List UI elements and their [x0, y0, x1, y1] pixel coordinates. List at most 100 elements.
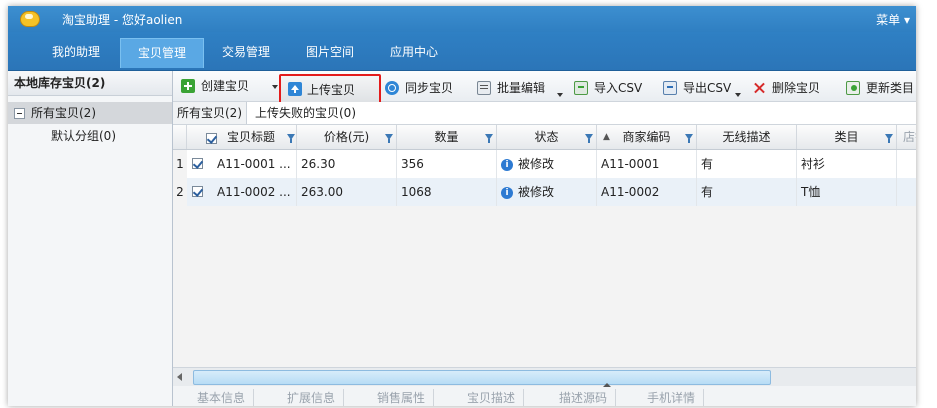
upload-item-label: 上传宝贝: [307, 83, 356, 97]
menu-button[interactable]: 菜单 ▾: [876, 11, 910, 28]
tab-mobile-details[interactable]: 手机详情: [647, 389, 705, 406]
cell-price[interactable]: 263.00: [297, 178, 397, 206]
export-csv-label: 导出CSV: [683, 81, 732, 95]
tree-item-label: 默认分组(0): [51, 129, 116, 143]
column-header-title[interactable]: 宝贝标题: [187, 125, 297, 149]
column-header-mobile[interactable]: 无线描述: [697, 125, 797, 149]
filter-icon[interactable]: [685, 134, 693, 143]
tab-basic-info[interactable]: 基本信息: [197, 389, 255, 406]
horizontal-scrollbar[interactable]: [173, 367, 916, 386]
create-dropdown-icon[interactable]: [272, 85, 278, 89]
cell-title[interactable]: A11-0002 ...: [213, 178, 297, 206]
column-header-label: 无线描述: [722, 130, 771, 144]
column-header-price[interactable]: 价格(元): [297, 125, 397, 149]
cell-mobile[interactable]: 有: [697, 150, 797, 178]
batch-edit-dropdown-icon[interactable]: [557, 93, 563, 97]
items-table: 宝贝标题 价格(元) 数量 状态 ▲ 商家编码 无线描述 类目 店 1 A11-…: [173, 125, 916, 367]
app-title: 淘宝助理 - 您好aolien: [62, 13, 183, 27]
sync-item-label: 同步宝贝: [405, 81, 454, 95]
status-text: 被修改: [518, 157, 555, 171]
column-header-label: 宝贝标题: [227, 130, 276, 144]
sort-ascending-icon: ▲: [603, 132, 610, 142]
nav-item-management[interactable]: 宝贝管理: [120, 38, 204, 68]
delete-icon: [752, 81, 766, 95]
delete-item-label: 删除宝贝: [772, 81, 821, 95]
row-number: 2: [173, 178, 187, 206]
tab-description-source[interactable]: 描述源码: [559, 389, 617, 406]
splitter-handle-icon[interactable]: [603, 383, 611, 387]
table-row[interactable]: 1 A11-0001 ... 26.30 356 i 被修改 A11-0001 有…: [173, 150, 916, 178]
detail-tab-bar: 基本信息 扩展信息 销售属性 宝贝描述 描述源码 手机详情: [173, 383, 916, 406]
sync-icon: [385, 81, 399, 95]
export-icon: [663, 81, 677, 95]
sidebar: 本地库存宝贝(2) 所有宝贝(2) 默认分组(0): [8, 71, 173, 406]
column-header-label: 状态: [534, 130, 559, 144]
menu-label: 菜单: [876, 13, 901, 27]
subtab-bar: 所有宝贝(2) 上传失败的宝贝(0): [173, 102, 916, 125]
cell-category[interactable]: T恤: [797, 178, 897, 206]
column-header-label: 类目: [834, 130, 859, 144]
tree-item-default-group[interactable]: 默认分组(0): [8, 125, 172, 147]
tab-upload-failed[interactable]: 上传失败的宝贝(0): [251, 102, 360, 124]
nav-my-assistant[interactable]: 我的助理: [38, 39, 114, 65]
cell-quantity[interactable]: 356: [397, 150, 497, 178]
column-header-shop[interactable]: 店铺: [897, 125, 916, 149]
column-header-category[interactable]: 类目: [797, 125, 897, 149]
export-dropdown-icon[interactable]: [735, 93, 741, 97]
row-checkbox[interactable]: [192, 158, 203, 169]
column-header-label: 数量: [434, 130, 459, 144]
row-number-header: [173, 125, 187, 149]
row-number: 1: [173, 150, 187, 178]
info-icon: i: [501, 158, 513, 171]
app-window: 淘宝助理 - 您好aolien 菜单 ▾ 我的助理 宝贝管理 交易管理 图片空间…: [8, 6, 916, 406]
column-header-sku[interactable]: ▲ 商家编码: [597, 125, 697, 149]
cell-title[interactable]: A11-0001 ...: [213, 150, 297, 178]
main-nav: 我的助理 宝贝管理 交易管理 图片空间 应用中心: [8, 32, 916, 71]
select-all-checkbox[interactable]: [206, 133, 217, 144]
import-icon: [574, 81, 588, 95]
tab-extended-info[interactable]: 扩展信息: [287, 389, 345, 406]
title-bar: 淘宝助理 - 您好aolien 菜单 ▾: [8, 6, 916, 32]
nav-app-center[interactable]: 应用中心: [376, 39, 452, 65]
upload-item-button[interactable]: 上传宝贝: [279, 74, 381, 104]
cell-status[interactable]: i 被修改: [497, 178, 597, 206]
filter-icon[interactable]: [287, 134, 295, 143]
tree-item-all-items[interactable]: 所有宝贝(2): [8, 102, 172, 124]
filter-icon[interactable]: [385, 134, 393, 143]
row-checkbox[interactable]: [192, 186, 203, 197]
sidebar-header: 本地库存宝贝(2): [8, 71, 172, 96]
nav-trade-management[interactable]: 交易管理: [208, 39, 284, 65]
cell-price[interactable]: 26.30: [297, 150, 397, 178]
filter-icon[interactable]: [885, 134, 893, 143]
create-item-label: 创建宝贝: [201, 79, 250, 93]
cell-category[interactable]: 衬衫: [797, 150, 897, 178]
plus-icon: [181, 79, 195, 93]
table-row[interactable]: 2 A11-0002 ... 263.00 1068 i 被修改 A11-0002…: [173, 178, 916, 206]
cell-mobile[interactable]: 有: [697, 178, 797, 206]
status-text: 被修改: [518, 185, 555, 199]
update-category-icon: [846, 81, 860, 95]
upload-icon: [288, 82, 302, 96]
cell-quantity[interactable]: 1068: [397, 178, 497, 206]
nav-image-space[interactable]: 图片空间: [292, 39, 368, 65]
tab-item-description[interactable]: 宝贝描述: [467, 389, 525, 406]
cell-sku[interactable]: A11-0002: [597, 178, 697, 206]
column-header-label: 价格(元): [323, 130, 370, 144]
scroll-left-icon[interactable]: [177, 373, 182, 381]
cell-status[interactable]: i 被修改: [497, 150, 597, 178]
column-header-quantity[interactable]: 数量: [397, 125, 497, 149]
column-header-status[interactable]: 状态: [497, 125, 597, 149]
batch-edit-label: 批量编辑: [497, 81, 546, 95]
collapse-icon[interactable]: [14, 108, 25, 119]
table-header: 宝贝标题 价格(元) 数量 状态 ▲ 商家编码 无线描述 类目 店: [173, 125, 916, 150]
info-icon: i: [501, 186, 513, 199]
filter-icon[interactable]: [585, 134, 593, 143]
import-csv-label: 导入CSV: [594, 81, 643, 95]
filter-icon[interactable]: [485, 134, 493, 143]
scrollbar-thumb[interactable]: [193, 370, 771, 385]
taobao-logo-icon: [20, 11, 40, 27]
tab-sales-attributes[interactable]: 销售属性: [377, 389, 435, 406]
cell-sku[interactable]: A11-0001: [597, 150, 697, 178]
tab-all-items[interactable]: 所有宝贝(2): [173, 102, 247, 124]
column-header-label: 商家编码: [622, 130, 671, 144]
